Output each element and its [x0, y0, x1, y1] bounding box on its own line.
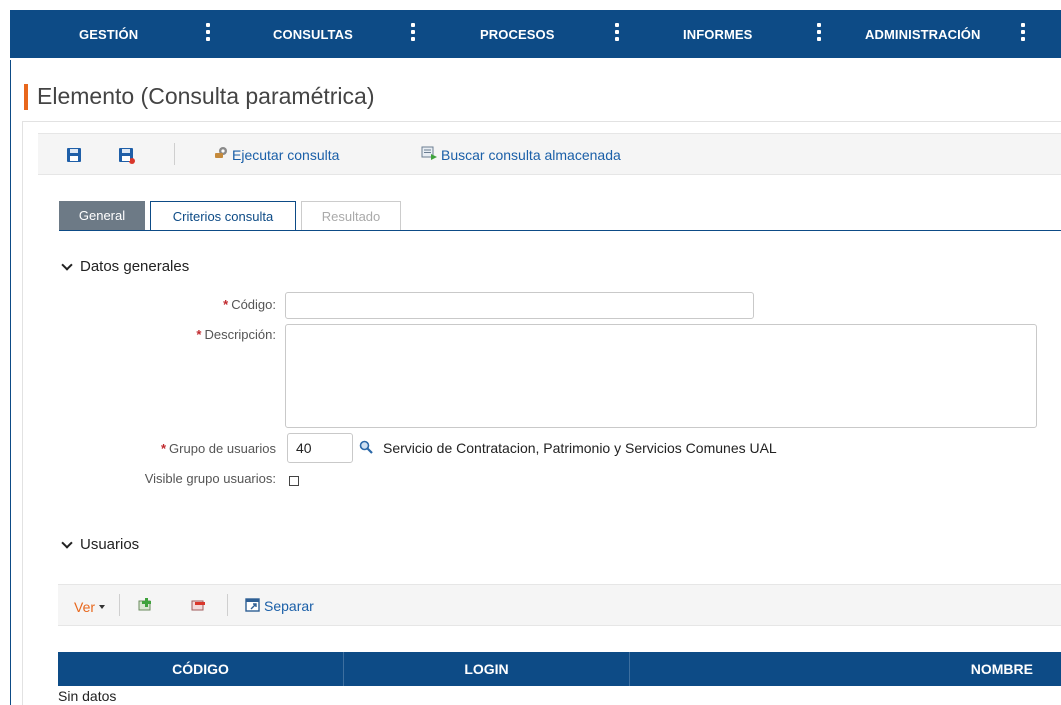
users-table-header: CÓDIGO LOGIN NOMBRE — [58, 652, 1061, 686]
tab-resultado[interactable]: Resultado — [301, 201, 401, 230]
user-group-input[interactable]: 40 — [287, 433, 353, 463]
code-label: * Código: — [223, 297, 276, 312]
chevron-down-icon — [61, 258, 73, 271]
panel-border-left — [22, 121, 23, 705]
toolbar-divider — [174, 143, 175, 165]
panel-border-top — [22, 121, 1061, 122]
page-title: Elemento (Consulta paramétrica) — [37, 83, 375, 109]
column-header-codigo[interactable]: CÓDIGO — [58, 652, 343, 686]
run-query-button[interactable]: Ejecutar consulta — [213, 146, 339, 163]
tab-underline — [59, 230, 1061, 231]
code-input[interactable] — [285, 292, 754, 319]
save-icon[interactable] — [67, 148, 81, 162]
user-group-label: * Grupo de usuarios — [160, 441, 276, 456]
tab-general[interactable]: General — [59, 201, 145, 230]
description-label: * Descripción: — [196, 327, 276, 342]
remove-user-icon[interactable] — [191, 597, 207, 615]
visible-group-label: Visible grupo usuarios: — [144, 471, 276, 486]
description-textarea[interactable] — [285, 324, 1037, 428]
view-menu-label: Ver — [74, 599, 96, 615]
nav-administracion[interactable]: ADMINISTRACIÓN — [865, 10, 981, 58]
stored-query-icon — [421, 146, 438, 163]
detach-label: Separar — [264, 598, 314, 614]
chevron-down-icon — [61, 536, 73, 549]
nav-informes-more-icon[interactable] — [816, 23, 822, 45]
column-header-nombre[interactable]: NOMBRE — [630, 652, 1061, 686]
visible-group-checkbox[interactable] — [289, 476, 299, 486]
nav-procesos-more-icon[interactable] — [614, 23, 620, 45]
general-section-header[interactable]: Datos generales — [61, 258, 190, 275]
search-stored-query-label: Buscar consulta almacenada — [441, 146, 621, 163]
add-user-icon[interactable] — [138, 597, 154, 615]
general-section-title: Datos generales — [80, 258, 190, 275]
tab-criterios-consulta[interactable]: Criterios consulta — [150, 201, 296, 231]
required-mark: * — [160, 441, 167, 456]
nav-consultas[interactable]: CONSULTAS — [273, 10, 353, 58]
view-menu-button[interactable]: Ver — [74, 599, 106, 615]
user-group-description: Servicio de Contratacion, Patrimonio y S… — [383, 440, 777, 456]
search-icon[interactable] — [359, 440, 373, 454]
nav-gestion-more-icon[interactable] — [205, 23, 211, 45]
search-stored-query-button[interactable]: Buscar consulta almacenada — [421, 146, 621, 163]
run-query-icon — [213, 146, 229, 163]
users-toolbar-divider — [119, 594, 120, 616]
column-header-login[interactable]: LOGIN — [344, 652, 629, 686]
users-section-header[interactable]: Usuarios — [61, 536, 140, 553]
detach-icon — [245, 597, 261, 615]
table-empty-message: Sin datos — [58, 688, 117, 704]
nav-procesos[interactable]: PROCESOS — [480, 10, 554, 58]
users-toolbar-divider — [227, 594, 228, 616]
users-section-title: Usuarios — [80, 536, 140, 553]
top-navigation: GESTIÓN CONSULTAS PROCESOS INFORMES ADMI… — [10, 10, 1061, 58]
nav-gestion[interactable]: GESTIÓN — [79, 10, 138, 58]
required-mark: * — [223, 297, 229, 312]
run-query-label: Ejecutar consulta — [232, 146, 340, 163]
left-border — [10, 60, 11, 705]
required-mark: * — [196, 327, 202, 342]
users-toolbar: Ver Separar — [58, 584, 1061, 626]
main-toolbar: Ejecutar consulta Buscar consulta almace… — [38, 133, 1061, 175]
caret-down-icon — [99, 605, 106, 609]
save-and-close-icon[interactable] — [119, 148, 135, 164]
detach-button[interactable]: Separar — [245, 597, 314, 615]
title-accent-bar — [24, 84, 28, 110]
nav-informes[interactable]: INFORMES — [683, 10, 752, 58]
nav-administracion-more-icon[interactable] — [1020, 23, 1026, 45]
nav-consultas-more-icon[interactable] — [410, 23, 416, 45]
